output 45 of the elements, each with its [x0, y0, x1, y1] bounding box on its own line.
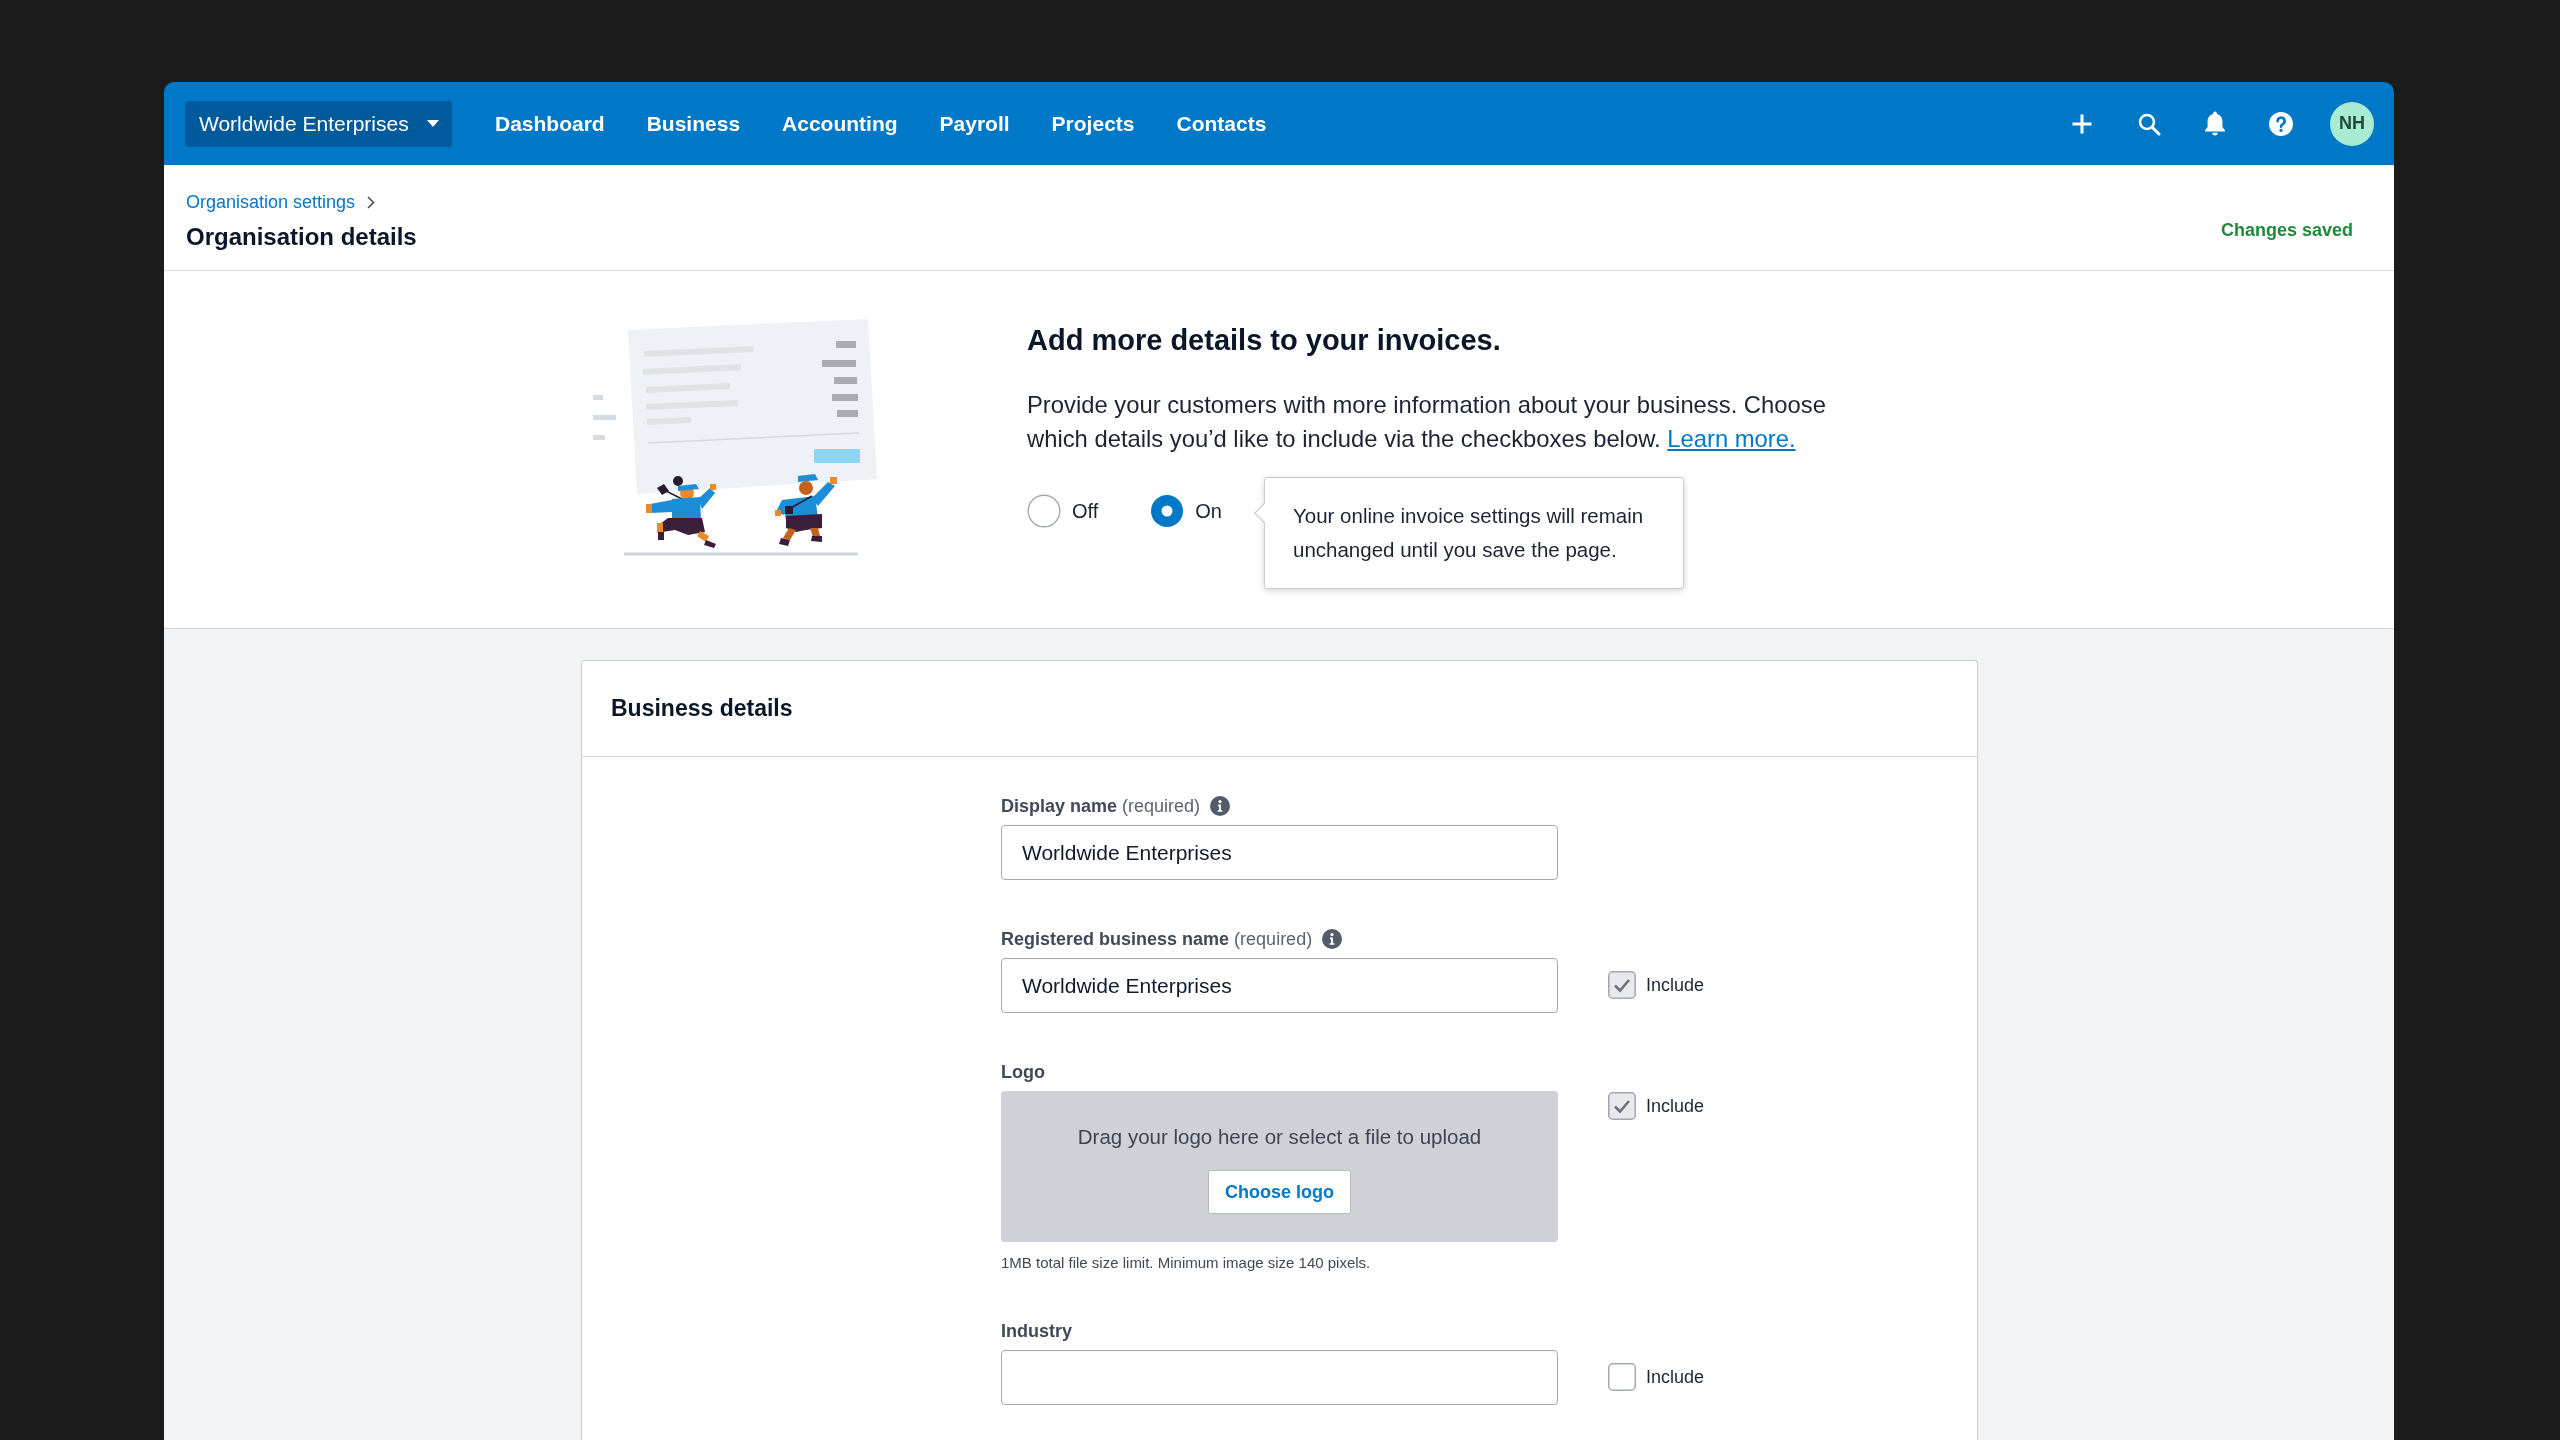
breadcrumb-link[interactable]: Organisation settings [186, 191, 356, 213]
nav-link[interactable]: Accounting [782, 107, 898, 140]
info-icon[interactable] [1322, 929, 1343, 949]
field-label: Logo [1001, 1061, 1045, 1084]
include-checkbox[interactable] [1608, 1363, 1636, 1391]
text-input[interactable] [1001, 1350, 1558, 1405]
info-icon[interactable] [1210, 796, 1231, 816]
tooltip: Your online invoice settings will remain unchanged until you save the page. [1254, 477, 1684, 589]
chevron-right-icon [367, 195, 376, 209]
choose-logo-button[interactable]: Choose logo [1208, 1170, 1351, 1214]
include-label: Include [1646, 1366, 1705, 1388]
include-label: Include [1646, 974, 1705, 996]
section-heading: Add more details to your invoices. [1027, 323, 1501, 357]
radio-label: Off [1072, 499, 1099, 524]
text-input[interactable]: Worldwide Enterprises [1001, 958, 1558, 1013]
nav-link[interactable]: Business [646, 107, 741, 140]
field-label: Registered business name (required) [1001, 928, 1313, 951]
user-avatar[interactable]: NH [2330, 101, 2374, 146]
logo-dropzone[interactable]: Drag your logo here or select a file to upload Choose logo [1001, 1091, 1558, 1242]
bell-icon[interactable] [2205, 110, 2225, 137]
page-title: Organisation details [186, 223, 417, 251]
description-text: Provide your customers with more information about your business. Choose which details you’d like to include via the checkboxes below. Learn more. [1027, 390, 1827, 454]
include-checkbox[interactable] [1608, 971, 1636, 999]
caret-icon [427, 120, 439, 127]
card-title: Business details [611, 695, 793, 722]
nav-link[interactable]: Contacts [1176, 107, 1267, 140]
search-icon[interactable] [2137, 111, 2161, 136]
radio-button[interactable] [1027, 494, 1061, 528]
dropzone-prompt: Drag your logo here or select a file to upload [1077, 1124, 1482, 1150]
save-status: Changes saved [2220, 219, 2353, 241]
include-checkbox[interactable] [1608, 1092, 1636, 1120]
include-label: Include [1646, 1095, 1705, 1117]
nav-link[interactable]: Projects [1051, 107, 1135, 140]
field-label: Industry [1001, 1320, 1072, 1343]
learn-more-link[interactable]: Learn more. [1667, 425, 1796, 452]
text-input[interactable]: Worldwide Enterprises [1001, 825, 1558, 880]
nav-link[interactable]: Dashboard [495, 107, 605, 140]
org-switcher-button[interactable]: Worldwide Enterprises [185, 100, 452, 147]
radio-button[interactable] [1150, 494, 1185, 528]
field-label: Display name (required) [1001, 795, 1201, 818]
help-icon[interactable] [2269, 111, 2293, 136]
radio-label: On [1195, 499, 1222, 524]
nav-link[interactable]: Payroll [939, 107, 1010, 140]
plus-icon[interactable] [2071, 112, 2093, 135]
file-hint-text: 1MB total file size limit. Minimum image size 140 pixels. [1001, 1254, 1372, 1272]
